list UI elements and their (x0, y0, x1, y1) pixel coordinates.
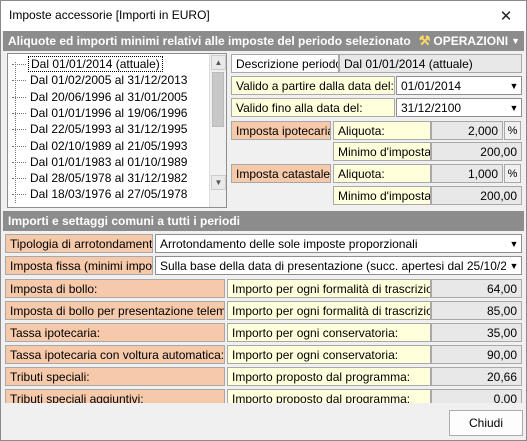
tree-branch (12, 64, 26, 65)
common-row-value[interactable]: 64,00 (431, 279, 522, 298)
common-section-header: Importi e settaggi comuni a tutti i peri… (3, 211, 524, 231)
periods-scrollbar[interactable]: ▲ ▼ ◢ (209, 54, 226, 220)
fixed-tax-label: Imposta fissa (minimi imposta): (5, 256, 153, 275)
tree-branch (12, 145, 26, 147)
period-label: Dal 20/06/1996 al 31/01/2005 (30, 89, 188, 104)
scroll-down-icon[interactable]: ▼ (211, 175, 226, 190)
rounding-label: Tipologia di arrotondamento: (5, 234, 153, 253)
period-label: Dal 22/05/1993 al 31/12/1995 (30, 122, 188, 137)
dialog-window: Imposte accessorie [Importi in EURO] ✕ A… (0, 0, 527, 441)
chevron-down-icon[interactable]: ▼ (506, 235, 521, 252)
close-button[interactable]: Chiudi (449, 410, 523, 436)
scroll-thumb[interactable] (212, 72, 224, 127)
fixed-tax-select[interactable]: Sulla base della data di presentazione (… (155, 256, 522, 275)
tools-icon: ⚒ (418, 33, 431, 48)
cadastral-tax-label: Imposta catastale: (231, 164, 331, 183)
cadastral-min-label: Minimo d'imposta: (333, 186, 431, 205)
tree-branch (12, 129, 26, 131)
cadastral-percent-unit: % (504, 164, 521, 183)
common-row-desc: Importo per ogni conservatoria: (227, 323, 431, 342)
common-row-value[interactable]: 85,00 (431, 301, 522, 320)
tree-branch (12, 178, 26, 180)
common-row-value[interactable]: 20,66 (431, 367, 522, 386)
common-row-label: Imposta di bollo per presentazione telem… (5, 301, 225, 320)
description-label: Descrizione periodo: (231, 54, 339, 73)
period-label: Dal 02/10/1989 al 21/05/1993 (30, 138, 188, 153)
footer-bar (3, 403, 524, 440)
common-row-label: Tributi speciali: (5, 367, 225, 386)
common-section-title: Importi e settaggi comuni a tutti i peri… (8, 214, 241, 228)
period-label: Dal 01/01/1996 al 19/06/1996 (30, 105, 188, 120)
mortgage-percent-unit: % (504, 121, 521, 140)
common-row-value[interactable]: 90,00 (431, 345, 522, 364)
cadastral-rate-label: Aliquota: (333, 164, 431, 183)
valid-to-select[interactable]: 31/12/2100 ▼ (396, 98, 522, 117)
periods-section-header: Aliquote ed importi minimi relativi alle… (3, 31, 524, 51)
common-row-desc: Importo per ogni formalità di trascrizio… (227, 279, 431, 298)
periods-section-title: Aliquote ed importi minimi relativi alle… (8, 34, 411, 48)
tree-branch (12, 194, 26, 196)
valid-from-select[interactable]: 01/01/2014 ▼ (396, 76, 522, 95)
title-bar: Imposte accessorie [Importi in EURO] ✕ (1, 1, 526, 31)
mortgage-rate-label: Aliquota: (333, 121, 431, 140)
fixed-tax-value: Sulla base della data di presentazione (… (160, 259, 522, 273)
chevron-down-icon[interactable]: ▼ (506, 77, 521, 94)
chevron-down-icon: ▼ (511, 36, 520, 46)
cadastral-rate-value[interactable]: 1,000 (431, 164, 503, 183)
common-row-desc: Importo proposto dal programma: (227, 367, 431, 386)
period-label: Dal 01/01/1983 al 01/10/1989 (30, 154, 188, 169)
mortgage-tax-label: Imposta ipotecaria: (231, 121, 331, 140)
rounding-value: Arrotondamento delle sole imposte propor… (160, 237, 418, 251)
periods-tree[interactable]: Dal 01/01/2014 (attuale) Dal 01/02/2005 a… (7, 53, 227, 220)
rounding-select[interactable]: Arrotondamento delle sole imposte propor… (155, 234, 522, 253)
common-row-label: Tassa ipotecaria con voltura automatica: (5, 345, 225, 364)
common-row-desc: Importo per ogni conservatoria: (227, 345, 431, 364)
scroll-up-icon[interactable]: ▲ (211, 55, 226, 70)
chevron-down-icon[interactable]: ▼ (506, 257, 521, 274)
mortgage-min-label: Minimo d'imposta: (333, 142, 431, 161)
common-row-label: Imposta di bollo: (5, 279, 225, 298)
close-icon[interactable]: ✕ (486, 1, 526, 31)
tree-line (15, 62, 16, 203)
valid-from-label: Valido a partire dalla data del: (231, 76, 395, 95)
operations-label: OPERAZIONI (433, 34, 509, 48)
period-label: Dal 18/03/1976 al 27/05/1978 (30, 187, 188, 202)
cadastral-min-value[interactable]: 200,00 (431, 186, 522, 205)
period-label: Dal 01/01/2014 (attuale) (28, 56, 163, 72)
valid-from-value: 01/01/2014 (401, 79, 462, 93)
common-row-desc: Importo per ogni formalità di trascrizio… (227, 301, 431, 320)
period-label: Dal 28/05/1978 al 31/12/1982 (30, 171, 188, 186)
mortgage-rate-value[interactable]: 2,000 (431, 121, 503, 140)
valid-to-value: 31/12/2100 (401, 101, 462, 115)
window-title: Imposte accessorie [Importi in EURO] (9, 8, 210, 22)
tree-branch (12, 112, 26, 114)
description-value: Dal 01/01/2014 (attuale) (339, 54, 522, 73)
tree-branch (12, 80, 26, 82)
chevron-down-icon[interactable]: ▼ (506, 99, 521, 116)
tree-branch (12, 96, 26, 98)
mortgage-min-value[interactable]: 200,00 (431, 142, 522, 161)
tree-branch (12, 161, 26, 163)
common-row-value[interactable]: 35,00 (431, 323, 522, 342)
period-label: Dal 01/02/2005 al 31/12/2013 (30, 73, 188, 88)
common-row-label: Tassa ipotecaria: (5, 323, 225, 342)
operations-button[interactable]: ⚒ OPERAZIONI ▼ (419, 33, 520, 49)
valid-to-label: Valido fino alla data del: (231, 98, 395, 117)
